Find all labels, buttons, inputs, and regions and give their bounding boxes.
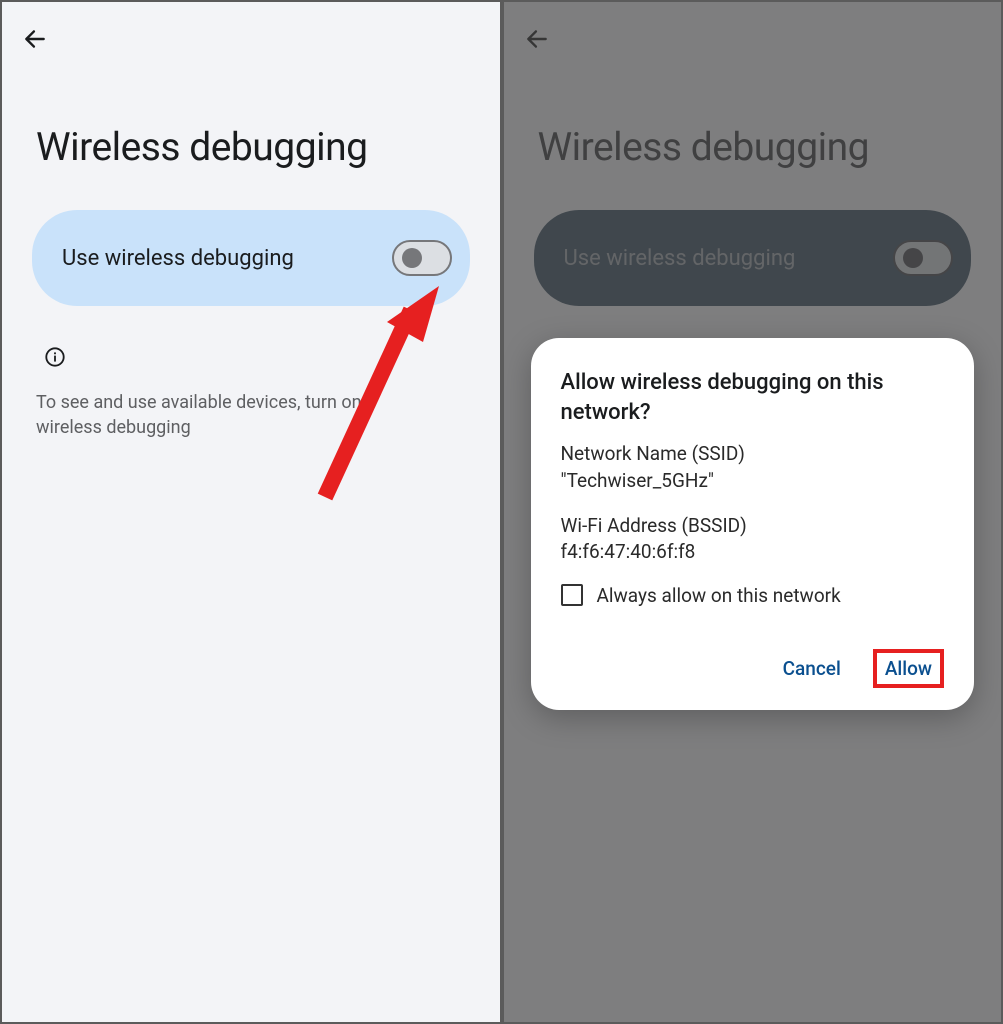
dialog-actions: Cancel Allow xyxy=(561,649,945,688)
ssid-value: "Techwiser_5GHz" xyxy=(561,468,945,495)
always-allow-checkbox[interactable] xyxy=(561,584,583,606)
bssid-value: f4:f6:47:40:6f:f8 xyxy=(561,539,945,566)
screen-right: Wireless debugging Use wireless debuggin… xyxy=(502,0,1003,1024)
always-allow-row[interactable]: Always allow on this network xyxy=(561,584,945,607)
ssid-label: Network Name (SSID) xyxy=(561,441,945,468)
toggle-label: Use wireless debugging xyxy=(62,246,294,271)
bssid-label: Wi-Fi Address (BSSID) xyxy=(561,513,945,540)
allow-button[interactable]: Allow xyxy=(885,657,932,680)
wireless-debugging-toggle-card[interactable]: Use wireless debugging xyxy=(32,210,470,306)
info-text: To see and use available devices, turn o… xyxy=(36,390,466,440)
toggle-knob xyxy=(402,248,422,268)
page-title: Wireless debugging xyxy=(2,54,500,210)
allow-highlight-annotation: Allow xyxy=(873,649,944,688)
checkbox-label: Always allow on this network xyxy=(597,584,841,607)
dialog-title: Allow wireless debugging on this network… xyxy=(561,368,945,427)
header xyxy=(2,2,500,54)
toggle-switch[interactable] xyxy=(392,240,452,276)
screen-left: Wireless debugging Use wireless debuggin… xyxy=(0,0,502,1024)
back-arrow-icon[interactable] xyxy=(20,24,50,54)
info-section: To see and use available devices, turn o… xyxy=(2,306,500,440)
permission-dialog: Allow wireless debugging on this network… xyxy=(531,338,975,710)
info-icon xyxy=(44,346,66,368)
cancel-button[interactable]: Cancel xyxy=(773,651,851,686)
